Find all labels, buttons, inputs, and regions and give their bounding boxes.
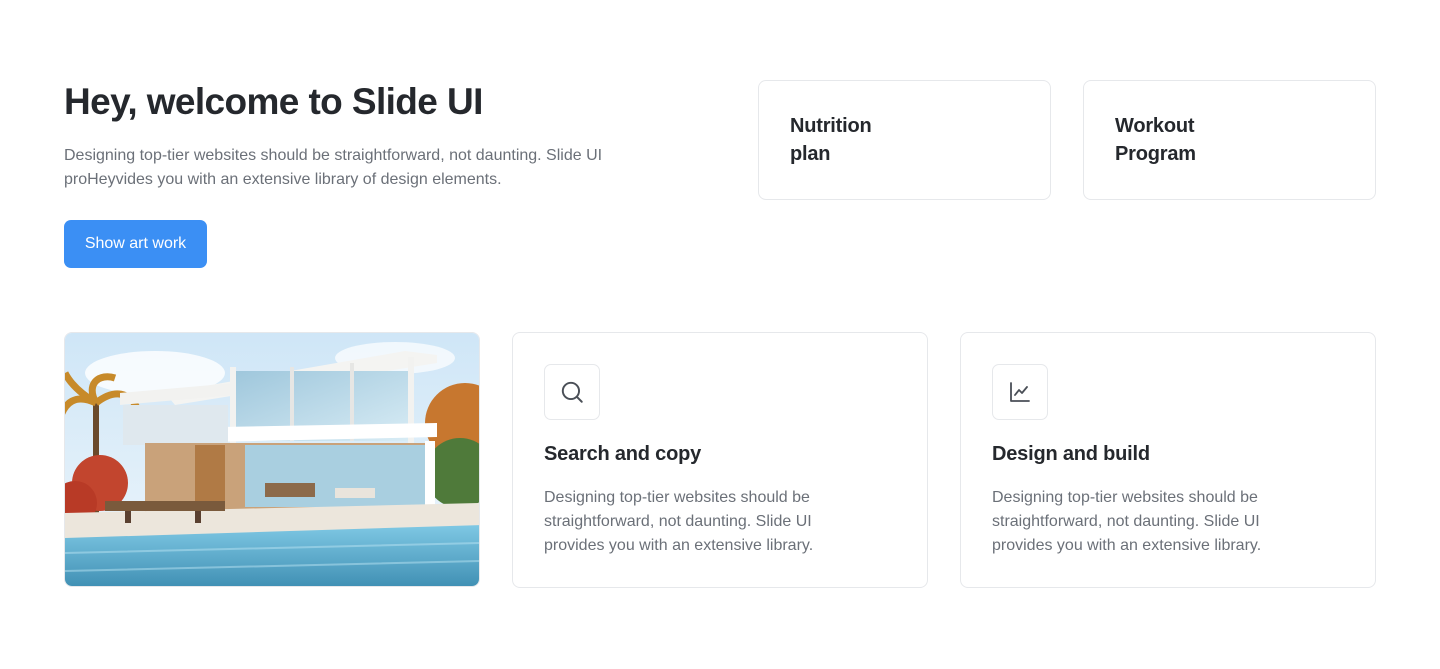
page: Hey, welcome to Slide UI Designing top-t…	[0, 0, 1440, 669]
plan-card-label: Workout Program	[1115, 115, 1196, 165]
chart-icon-box	[992, 364, 1048, 420]
design-and-build-card[interactable]: Design and build Designing top-tier webs…	[960, 332, 1376, 588]
search-icon-box	[544, 364, 600, 420]
plan-card-label: Nutrition plan	[790, 115, 872, 165]
workout-program-card[interactable]: Workout Program	[1083, 80, 1376, 200]
villa-image	[64, 332, 480, 587]
page-title: Hey, welcome to Slide UI	[64, 81, 483, 122]
line-chart-icon	[1010, 382, 1030, 402]
search-icon	[561, 381, 583, 403]
search-and-copy-card[interactable]: Search and copy Designing top-tier websi…	[512, 332, 928, 588]
feature-description: Designing top-tier websites should be st…	[992, 489, 1262, 554]
feature-title: Design and build	[992, 443, 1150, 465]
hero-section: Hey, welcome to Slide UI Designing top-t…	[64, 80, 704, 268]
feature-title: Search and copy	[544, 443, 702, 465]
nutrition-plan-card[interactable]: Nutrition plan	[758, 80, 1051, 200]
show-art-work-button[interactable]: Show art work	[64, 220, 207, 268]
hero-description: Designing top-tier websites should be st…	[64, 147, 603, 188]
feature-description: Designing top-tier websites should be st…	[544, 489, 814, 554]
